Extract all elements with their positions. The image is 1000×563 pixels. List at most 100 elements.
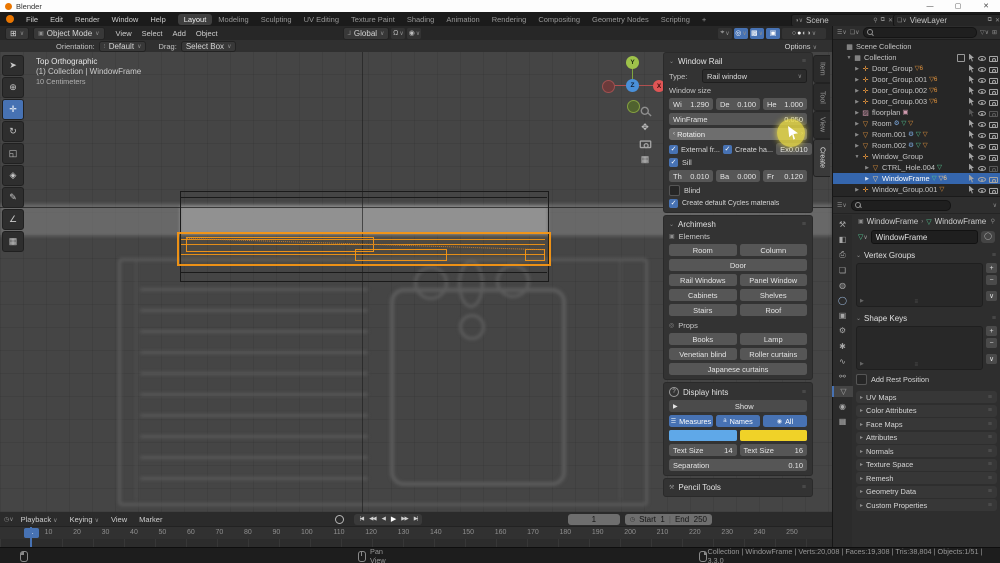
tab-tool[interactable]: ⚒ [833,219,852,230]
workspace-tab-texture-paint[interactable]: Texture Paint [345,14,401,25]
selectable-icon[interactable] [969,86,974,95]
next-keyframe-button[interactable]: ▶▶ [398,516,410,522]
eye-icon[interactable] [978,87,986,95]
add-vertex-group-button[interactable]: + [986,263,997,273]
properties-options-icon[interactable]: ∨ [993,202,997,209]
snap-toggle[interactable]: Ω ∨ [391,27,406,39]
panel-window-button[interactable]: Panel Window [739,274,807,286]
outliner-row-floorplan[interactable]: ▶ ▨ floorplan ▣ [833,107,1000,118]
panel-face-maps[interactable]: ▸ Face Maps ≡ [856,418,997,430]
vertex-groups-list[interactable]: ▶ ≡ [856,263,983,307]
text-size-right-field[interactable]: Text Size 16 [739,444,807,456]
panel-attributes[interactable]: ▸ Attributes ≡ [856,431,997,444]
shape-key-specials-button[interactable]: ∨ [986,354,997,364]
camera-icon[interactable] [989,109,998,117]
text-size-left-field[interactable]: Text Size 14 [669,444,737,456]
camera-icon[interactable] [989,142,998,150]
selectable-icon[interactable] [969,152,974,161]
sidebar-tab-item[interactable]: Item [813,55,830,83]
tool-add-cube[interactable]: ▦ [2,231,24,252]
exclude-checkbox-icon[interactable] [957,53,965,62]
eye-icon[interactable] [978,142,986,150]
tab-object[interactable]: ▣ [833,310,852,321]
outliner-row-door-group-003[interactable]: ▶ ✛ Door_Group.003 ▽6 [833,96,1000,107]
tool-annotate[interactable]: ✎ [2,187,24,208]
camera-icon[interactable] [989,153,998,161]
eye-icon[interactable] [978,109,986,117]
outliner-search-input[interactable] [862,27,977,38]
menu-help[interactable]: Help [144,15,171,24]
play-reverse-button[interactable]: ◀ [379,516,388,522]
ortho-toggle-icon[interactable]: ▦ [638,152,652,166]
tab-object-data[interactable]: ▽ [832,386,853,398]
camera-icon[interactable] [989,98,998,106]
close-button[interactable]: ✕ [972,2,1000,10]
eye-icon[interactable] [978,76,986,84]
new-layer-icon[interactable]: ⧉ [988,17,992,24]
keying-menu[interactable]: Keying ∨ [65,515,104,524]
selectable-icon[interactable] [969,97,974,106]
timeline-ruler[interactable]: 1 1 102030405060708090100110120130140150… [0,526,832,540]
camera-icon[interactable] [989,175,998,183]
panel-custom-properties[interactable]: ▸ Custom Properties ≡ [856,499,997,511]
depth-field[interactable]: De 0.100 [716,98,760,110]
selectable-icon[interactable] [969,119,974,128]
eye-icon[interactable] [978,54,986,62]
remove-layer-icon[interactable]: ✕ [995,17,1000,24]
outliner-row-collection[interactable]: ▼ ▦ Collection [833,52,1000,63]
breadcrumb-data[interactable]: WindowFrame [935,217,987,226]
selectable-icon[interactable] [969,185,974,194]
timeline-editor-icon[interactable]: ◷∨ [4,516,14,523]
outliner-row-ctrl-hole-004[interactable]: ▶ ▽ CTRL_Hole.004 ▽ [833,162,1000,173]
workspace-tab-sculpting[interactable]: Sculpting [255,14,298,25]
create-handle-checkbox[interactable]: ✓ [722,144,732,154]
workspace-tab-compositing[interactable]: Compositing [532,14,586,25]
tab-particles[interactable]: ✱ [833,341,852,352]
camera-icon[interactable] [989,76,998,84]
measure-color-swatch[interactable] [669,430,737,441]
drag-dropdown[interactable]: Select Box ∨ [180,40,237,52]
eye-icon[interactable] [978,153,986,161]
xray-toggle[interactable]: ▩ ∨ [750,27,764,39]
shelves-button[interactable]: Shelves [739,289,807,301]
sidebar-tab-tool[interactable]: Tool [813,83,830,111]
separation-field[interactable]: Separation 0.10 [669,459,807,471]
add-shape-key-button[interactable]: + [986,326,997,336]
tab-scene[interactable]: ◍ [833,280,852,291]
selectable-icon[interactable] [969,53,974,62]
panel-geometry-data[interactable]: ▸ Geometry Data ≡ [856,485,997,498]
camera-icon[interactable] [989,131,998,139]
workspace-tab-scripting[interactable]: Scripting [655,14,696,25]
breadcrumb-object[interactable]: WindowFrame [867,217,919,226]
width-field[interactable]: Wi 1.290 [669,98,713,110]
orientation-dropdown[interactable]: ⁝ Default ∨ [98,40,147,52]
selectable-icon[interactable] [969,163,974,172]
names-color-swatch[interactable] [739,430,807,441]
blender-menu-icon[interactable] [6,15,14,23]
outliner-row-room-001[interactable]: ▶ ▽ Room.001 ⚙ ▽ ▽ [833,129,1000,140]
panel-texture-space[interactable]: ▸ Texture Space ≡ [856,458,997,471]
door-button[interactable]: Door [669,259,807,271]
zoom-icon[interactable] [638,104,652,118]
select-menu[interactable]: Select [137,29,168,38]
sidebar-tab-create[interactable]: Create [813,139,830,177]
selectable-icon[interactable] [969,174,974,183]
display-hints-header[interactable]: ? Display hints ≡ [669,387,807,397]
external-frame-checkbox[interactable]: ✓ [669,144,678,154]
editor-type-button[interactable]: ⊞ ∨ [5,26,30,40]
current-frame-field[interactable]: 1 [567,513,620,525]
rail-windows-button[interactable]: Rail Windows [669,274,737,286]
outliner-editor-icon[interactable]: ☰∨ [837,29,847,36]
sill-thickness-field[interactable]: Th 0.010 [669,170,713,182]
sill-front-field[interactable]: Fr 0.120 [763,170,807,182]
view-menu[interactable]: View [111,29,137,38]
camera-view-icon[interactable] [638,136,652,150]
camera-icon[interactable] [989,87,998,95]
eye-icon[interactable] [978,65,986,73]
workspace-tab-layout[interactable]: Layout [177,13,213,25]
vertex-groups-header[interactable]: ⌄ Vertex Groups ≡ [856,249,997,261]
outliner-display-mode-icon[interactable]: ❏∨ [850,29,860,36]
menu-window[interactable]: Window [106,15,145,24]
maximize-button[interactable]: ▢ [944,2,972,10]
scene-selector[interactable]: ◑∨ Scene ⚲ ⧉ ✕ [791,13,897,27]
